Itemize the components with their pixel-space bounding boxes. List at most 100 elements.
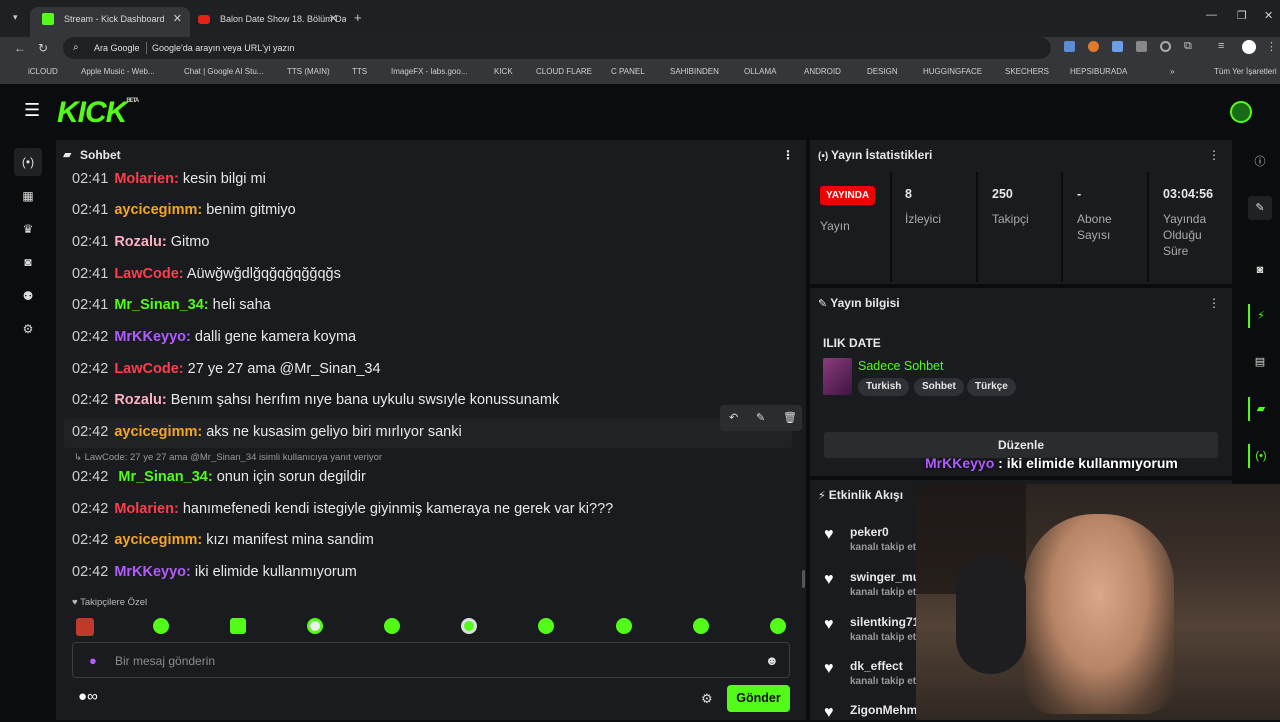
msg-username[interactable]: Mr_Sinan_34 — [114, 297, 203, 313]
user-avatar[interactable] — [1230, 101, 1252, 123]
bookmark-item[interactable]: SKECHERS — [1005, 67, 1049, 76]
msg-username[interactable]: Molarien — [114, 171, 174, 187]
bookmark-item[interactable]: HEPSIBURADA — [1070, 67, 1127, 76]
community-icon[interactable]: ⚉ — [18, 286, 38, 306]
bookmark-item[interactable]: ANDROID — [804, 67, 841, 76]
analytics-icon[interactable]: ▦ — [18, 186, 38, 206]
tab-balon-date[interactable]: Balon Date Show 18. Bölüm Da ✕ — [186, 7, 346, 37]
bookmark-item[interactable]: TTS — [352, 67, 367, 76]
chat-message[interactable]: 02:42 Rozalu: Benım şahsı herıfım nıye b… — [72, 392, 559, 408]
bookmark-item[interactable]: C PANEL — [611, 67, 645, 76]
profile-avatar[interactable] — [1242, 40, 1256, 54]
chat-message[interactable]: 02:41 Rozalu: Gitmo — [72, 234, 209, 250]
broadcast-icon[interactable]: (•) — [1248, 444, 1272, 468]
chat-message[interactable]: 02:41 aycicegimm: benim gitmiyo — [72, 202, 296, 218]
new-tab-icon[interactable]: + — [354, 10, 362, 25]
emote-icon[interactable] — [693, 618, 709, 634]
chat-message[interactable]: 02:42 Mr_Sinan_34: onun için sorun degil… — [72, 469, 366, 485]
chevron-right-icon[interactable]: » — [1170, 67, 1174, 76]
emote-icon[interactable] — [230, 618, 246, 634]
back-icon[interactable]: ← — [14, 41, 26, 55]
tab-kick-dashboard[interactable]: Stream - Kick Dashboard ✕ — [30, 7, 190, 37]
category-name[interactable]: Sadece Sohbet — [858, 359, 944, 373]
extensions-puzzle-icon[interactable]: ⧉ — [1184, 40, 1192, 53]
chat-icon[interactable]: ▰ — [1248, 397, 1272, 421]
send-button[interactable]: Gönder — [727, 685, 790, 712]
emote-icon[interactable] — [616, 618, 632, 634]
maximize-icon[interactable]: ❐ — [1237, 9, 1247, 22]
kick-logo[interactable]: KICKBETA — [57, 96, 139, 130]
bookmark-item[interactable]: CLOUD FLARE — [536, 67, 592, 76]
trophy-icon[interactable]: ♛ — [18, 219, 38, 239]
chat-message[interactable]: 02:41 Mr_Sinan_34: heli saha — [72, 297, 271, 313]
chat-scrollbar[interactable] — [802, 570, 805, 588]
chat-message[interactable]: 02:41 Molarien: kesin bilgi mi — [72, 171, 266, 187]
reply-icon[interactable]: ↶ — [729, 411, 738, 424]
reload-icon[interactable]: ↻ — [38, 41, 48, 55]
chat-settings-icon[interactable]: ⚙ — [701, 691, 713, 707]
emote-icon[interactable] — [307, 618, 323, 634]
msg-username[interactable]: aycicegimm — [114, 532, 197, 548]
emote-icon[interactable] — [461, 618, 477, 634]
extension-icon[interactable] — [1088, 41, 1099, 52]
tab-search-icon[interactable]: ▾ — [13, 12, 18, 23]
clipboard-icon[interactable]: ▤ — [1248, 350, 1272, 374]
bookmark-item[interactable]: HUGGINGFACE — [923, 67, 982, 76]
msg-username[interactable]: Molarien — [114, 501, 174, 517]
emote-icon[interactable] — [538, 618, 554, 634]
emote-icon[interactable] — [153, 618, 169, 634]
close-icon[interactable]: ✕ — [329, 7, 338, 31]
chat-message[interactable]: 02:42 LawCode: 27 ye 27 ama @Mr_Sinan_34 — [72, 361, 381, 377]
scan-icon[interactable]: ◙ — [1248, 258, 1272, 282]
tag-chip[interactable]: Türkçe — [967, 378, 1016, 396]
activity-event[interactable]: ZigonMehm — [850, 703, 917, 717]
bookmark-item[interactable]: Apple Music - Web... — [81, 67, 155, 76]
activity-event[interactable]: dk_effect kanalı takip et — [850, 659, 916, 687]
msg-username[interactable]: Rozalu — [114, 392, 162, 408]
msg-username[interactable]: aycicegimm — [114, 424, 197, 440]
category-thumbnail[interactable] — [823, 358, 852, 395]
chat-message[interactable]: 02:42 aycicegimm: aks ne kusasim geliyo … — [72, 424, 462, 440]
microphone-icon[interactable]: ● — [89, 643, 97, 679]
extension-icon[interactable] — [1136, 41, 1147, 52]
chat-message[interactable]: 02:42 MrKKeyyo: iki elimide kullanmıyoru… — [72, 564, 357, 580]
tag-chip[interactable]: Turkish — [858, 378, 910, 396]
lightning-icon[interactable]: ⚡ — [1248, 304, 1272, 328]
bookmark-item[interactable]: iCLOUD — [28, 67, 58, 76]
msg-username[interactable]: MrKKeyyo — [114, 564, 186, 580]
chat-message[interactable]: 02:42 Molarien: hanımefenedi kendi isteg… — [72, 501, 613, 517]
bookmark-item[interactable]: DESIGN — [867, 67, 898, 76]
activity-event[interactable]: swinger_mu kanalı takip et — [850, 570, 920, 598]
tag-chip[interactable]: Sohbet — [914, 378, 964, 396]
window-close-icon[interactable]: ✕ — [1264, 9, 1273, 22]
emote-icon[interactable] — [384, 618, 400, 634]
msg-username[interactable]: aycicegimm — [114, 202, 197, 218]
emote-icon[interactable] — [76, 618, 94, 636]
trash-icon[interactable]: 🗑 — [783, 411, 797, 424]
extension-icon[interactable] — [1064, 41, 1075, 52]
chat-message-input[interactable]: ● Bir mesaj gönderin ☻ — [72, 642, 790, 678]
chat-message[interactable]: 02:42 MrKKeyyo: dalli gene kamera koyma — [72, 329, 356, 345]
tab-groups-icon[interactable]: ≡ — [1218, 40, 1224, 52]
extension-icon[interactable] — [1160, 41, 1171, 52]
bookmark-item[interactable]: ImageFX - labs.goo... — [391, 67, 467, 76]
extension-icon[interactable] — [1112, 41, 1123, 52]
pencil-icon[interactable]: ✎ — [1248, 196, 1272, 220]
emoji-picker-icon[interactable]: ☻ — [765, 643, 779, 679]
stats-menu-dots-icon[interactable]: ⋮ — [1208, 148, 1220, 162]
chat-message[interactable]: 02:41 LawCode: Aüwğwğdlğqğqğqğğqğs — [72, 266, 341, 282]
emote-icon[interactable] — [770, 618, 786, 634]
bookmark-item[interactable]: OLLAMA — [744, 67, 776, 76]
activity-event[interactable]: peker0 kanalı takip et — [850, 525, 916, 553]
bookmark-item[interactable]: KICK — [494, 67, 513, 76]
all-bookmarks[interactable]: Tüm Yer İşaretleri — [1214, 67, 1277, 76]
close-icon[interactable]: ✕ — [173, 7, 182, 31]
reply-context[interactable]: ↳ LawCode: 27 ye 27 ama @Mr_Sinan_34 isi… — [74, 452, 382, 463]
omnibox[interactable]: ⌕ Ara Google Google'da arayın veya URL'y… — [63, 37, 1051, 59]
bookmark-item[interactable]: Chat | Google AI Stu... — [184, 67, 263, 76]
pin-icon[interactable]: ✎ — [756, 411, 765, 424]
chat-message[interactable]: 02:42 aycicegimm: kızı manifest mina san… — [72, 532, 374, 548]
hamburger-menu-icon[interactable]: ☰ — [24, 100, 40, 121]
settings-icon[interactable]: ⚙ — [18, 319, 38, 339]
moderation-icon[interactable]: ◙ — [18, 252, 38, 272]
